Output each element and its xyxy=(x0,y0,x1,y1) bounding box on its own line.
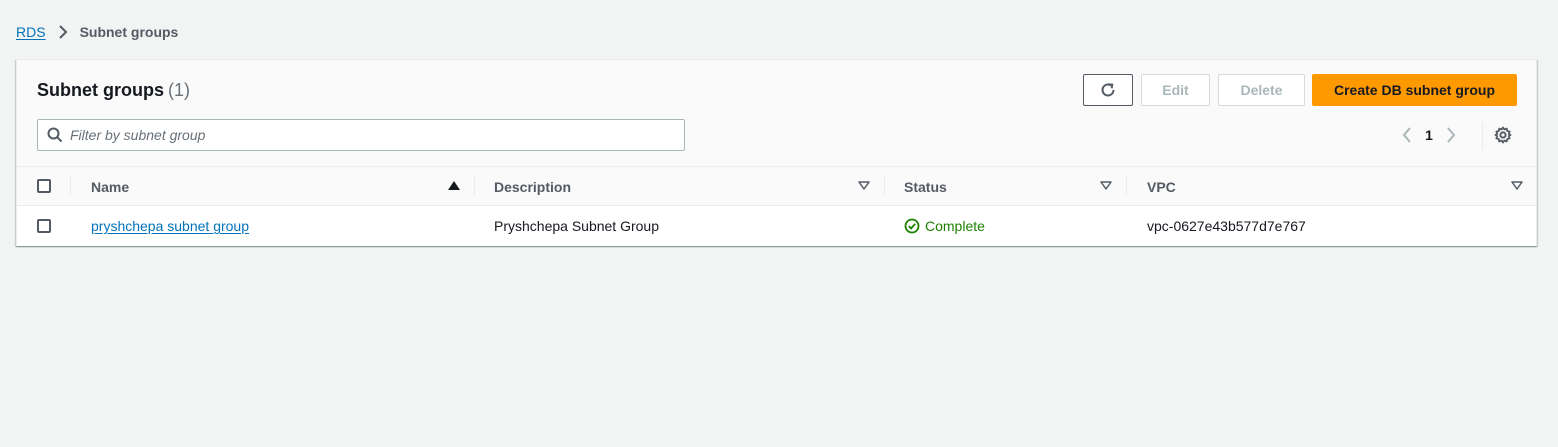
filter-input[interactable] xyxy=(70,127,650,143)
column-header-name[interactable]: Name xyxy=(91,167,129,206)
column-header-description[interactable]: Description xyxy=(494,167,571,206)
vpc-cell: vpc-0627e43b577d7e767 xyxy=(1147,218,1306,234)
column-divider xyxy=(1126,176,1127,196)
sort-icon[interactable] xyxy=(1511,181,1523,191)
page-title-text: Subnet groups xyxy=(37,80,164,100)
chevron-right-icon xyxy=(58,25,68,39)
breadcrumb-current: Subnet groups xyxy=(79,24,179,40)
check-circle-icon xyxy=(904,218,920,234)
previous-page-icon[interactable] xyxy=(1397,127,1417,143)
breadcrumb-rds-link[interactable]: RDS xyxy=(16,24,46,40)
column-divider xyxy=(884,176,885,196)
status-cell: Complete xyxy=(904,206,985,246)
subnet-group-name-link[interactable]: pryshchepa subnet group xyxy=(91,218,249,234)
select-all-checkbox[interactable] xyxy=(37,179,51,193)
sort-icon[interactable] xyxy=(1100,181,1112,191)
panel-header: Subnet groups (1) Edit Delete Create DB s… xyxy=(17,60,1536,167)
item-count: (1) xyxy=(168,80,190,100)
breadcrumb: RDS Subnet groups xyxy=(16,23,178,41)
sort-ascending-icon[interactable] xyxy=(448,181,460,191)
refresh-button[interactable] xyxy=(1083,74,1133,106)
status-text: Complete xyxy=(925,218,985,234)
sort-icon[interactable] xyxy=(858,181,870,191)
table-header: Name Description Status VPC xyxy=(17,167,1536,206)
pagination: 1 xyxy=(1397,124,1461,146)
column-header-vpc[interactable]: VPC xyxy=(1147,167,1176,206)
name-cell: pryshchepa subnet group xyxy=(91,206,249,246)
description-cell: Pryshchepa Subnet Group xyxy=(494,218,659,234)
subnet-groups-panel: Subnet groups (1) Edit Delete Create DB s… xyxy=(16,59,1537,246)
row-checkbox[interactable] xyxy=(37,219,51,233)
edit-button[interactable]: Edit xyxy=(1141,74,1210,106)
gear-icon[interactable] xyxy=(1494,126,1512,144)
page-title: Subnet groups (1) xyxy=(37,80,190,101)
pagination-divider xyxy=(1482,122,1483,150)
create-db-subnet-group-button[interactable]: Create DB subnet group xyxy=(1312,74,1517,106)
delete-button[interactable]: Delete xyxy=(1218,74,1305,106)
search-icon xyxy=(47,127,63,143)
current-page-number[interactable]: 1 xyxy=(1421,127,1437,143)
column-divider xyxy=(70,176,71,196)
refresh-icon xyxy=(1099,81,1117,99)
filter-box xyxy=(37,119,685,151)
next-page-icon[interactable] xyxy=(1441,127,1461,143)
column-header-status[interactable]: Status xyxy=(904,167,947,206)
table-row[interactable]: pryshchepa subnet group Pryshchepa Subne… xyxy=(17,206,1536,246)
column-divider xyxy=(474,176,475,196)
